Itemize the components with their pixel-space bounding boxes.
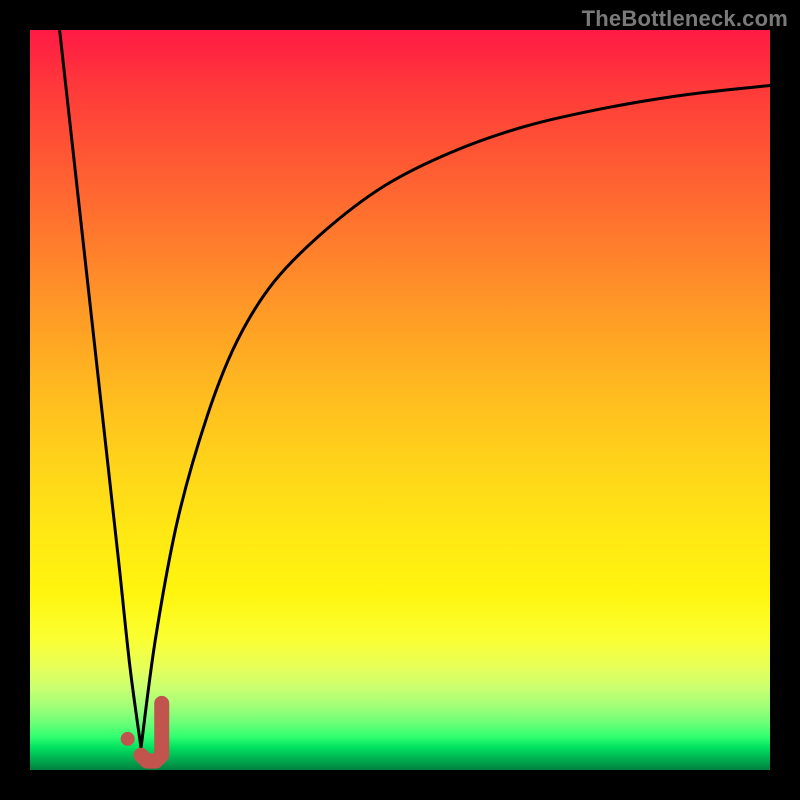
watermark-text: TheBottleneck.com [582,6,788,32]
curve-layer [30,30,770,770]
j-marker-dot [121,732,135,746]
left-branch-line [60,30,141,748]
plot-area [30,30,770,770]
right-branch-line [141,86,770,748]
chart-frame: TheBottleneck.com [0,0,800,800]
